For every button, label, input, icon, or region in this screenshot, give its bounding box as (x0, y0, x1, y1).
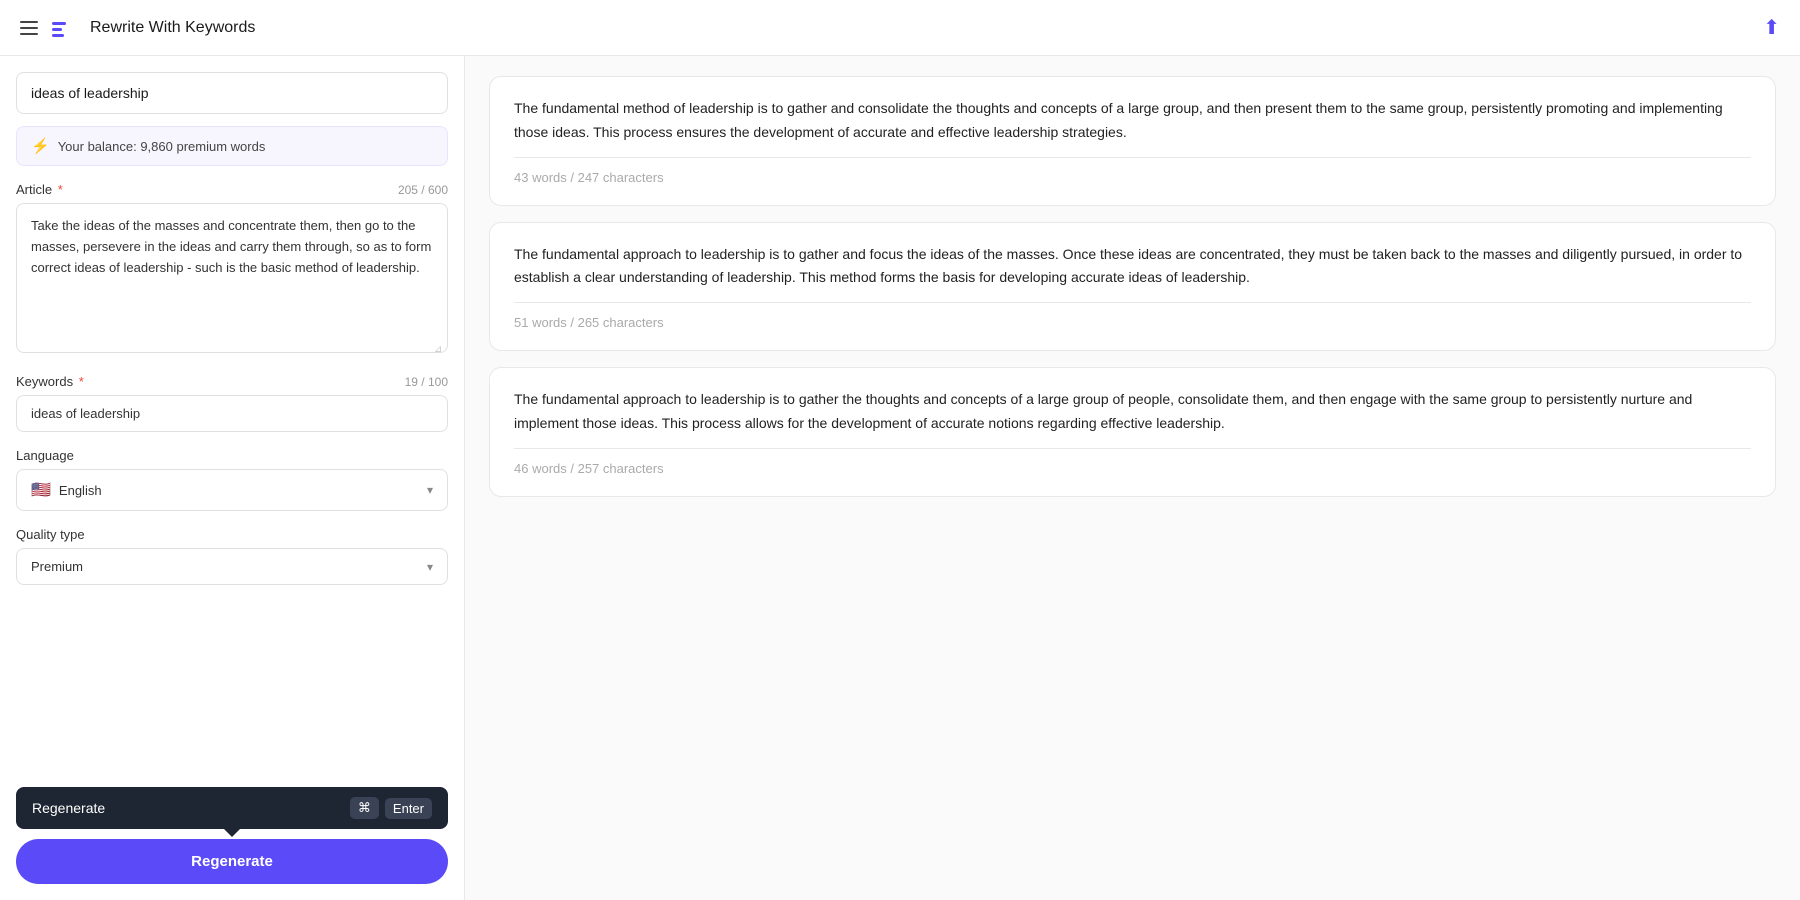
article-counter: 205 / 600 (398, 183, 448, 197)
right-panel: The fundamental method of leadership is … (465, 56, 1800, 900)
language-flag: 🇺🇸 (31, 480, 51, 500)
header: Rewrite With Keywords ⬆ (0, 0, 1800, 56)
language-select[interactable]: 🇺🇸 English ▾ (16, 469, 448, 511)
regenerate-button[interactable]: Regenerate (16, 839, 448, 884)
quality-select[interactable]: Premium ▾ (16, 548, 448, 585)
article-label-row: Article * 205 / 600 (16, 182, 448, 197)
result-text-0: The fundamental method of leadership is … (514, 97, 1751, 145)
article-required: * (58, 182, 63, 197)
language-select-left: 🇺🇸 English (31, 480, 102, 500)
keywords-label-row: Keywords * 19 / 100 (16, 374, 448, 389)
result-divider-2 (514, 448, 1751, 449)
regenerate-label: Regenerate (191, 853, 273, 870)
title-input[interactable] (16, 72, 448, 114)
keywords-label: Keywords * (16, 374, 84, 389)
cmd-kbd: ⌘ (350, 797, 379, 819)
quality-selected: Premium (31, 559, 83, 574)
result-card-2: The fundamental approach to leadership i… (489, 367, 1776, 497)
tooltip-kbd: ⌘ Enter (350, 797, 432, 819)
article-textarea[interactable]: Take the ideas of the masses and concent… (16, 203, 448, 353)
menu-button[interactable] (20, 21, 38, 35)
app-title: Rewrite With Keywords (90, 19, 255, 37)
result-text-2: The fundamental approach to leadership i… (514, 388, 1751, 436)
language-label: Language (16, 448, 448, 463)
keywords-required: * (79, 374, 84, 389)
left-panel-scroll: ⚡ Your balance: 9,860 premium words Arti… (0, 56, 464, 900)
language-wrapper: Language 🇺🇸 English ▾ (16, 448, 448, 511)
logo (50, 14, 78, 42)
resize-handle: ⊿ (434, 344, 444, 354)
result-meta-0: 43 words / 247 characters (514, 170, 1751, 185)
header-left: Rewrite With Keywords (20, 14, 255, 42)
balance-box: ⚡ Your balance: 9,860 premium words (16, 126, 448, 166)
language-selected: English (59, 483, 102, 498)
article-textarea-wrapper: Take the ideas of the masses and concent… (16, 203, 448, 358)
logo-icon (50, 14, 78, 42)
result-divider-0 (514, 157, 1751, 158)
quality-chevron-icon: ▾ (427, 560, 433, 574)
header-right: ⬆ (1763, 15, 1780, 40)
result-text-1: The fundamental approach to leadership i… (514, 243, 1751, 291)
main-layout: ⚡ Your balance: 9,860 premium words Arti… (0, 56, 1800, 900)
results-container: The fundamental method of leadership is … (489, 76, 1776, 497)
tooltip-label: Regenerate (32, 800, 105, 816)
tooltip-arrow (224, 829, 240, 837)
upload-icon[interactable]: ⬆ (1763, 15, 1780, 40)
keywords-input[interactable] (16, 395, 448, 432)
result-meta-2: 46 words / 257 characters (514, 461, 1751, 476)
result-card-1: The fundamental approach to leadership i… (489, 222, 1776, 352)
tooltip-bar: Regenerate ⌘ Enter (16, 787, 448, 829)
language-chevron-icon: ▾ (427, 483, 433, 497)
result-meta-1: 51 words / 265 characters (514, 315, 1751, 330)
result-divider-1 (514, 302, 1751, 303)
quality-wrapper: Quality type Premium ▾ (16, 527, 448, 585)
left-panel-bottom: Regenerate ⌘ Enter Regenerate (0, 775, 464, 900)
quality-select-left: Premium (31, 559, 83, 574)
keywords-counter: 19 / 100 (405, 375, 448, 389)
tooltip-wrapper: Regenerate ⌘ Enter (16, 787, 448, 829)
enter-kbd: Enter (385, 798, 432, 819)
balance-label: Your balance: 9,860 premium words (58, 139, 266, 154)
quality-label: Quality type (16, 527, 448, 542)
result-card-0: The fundamental method of leadership is … (489, 76, 1776, 206)
left-panel: ⚡ Your balance: 9,860 premium words Arti… (0, 56, 465, 900)
lightning-icon: ⚡ (31, 137, 50, 155)
article-label: Article * (16, 182, 63, 197)
